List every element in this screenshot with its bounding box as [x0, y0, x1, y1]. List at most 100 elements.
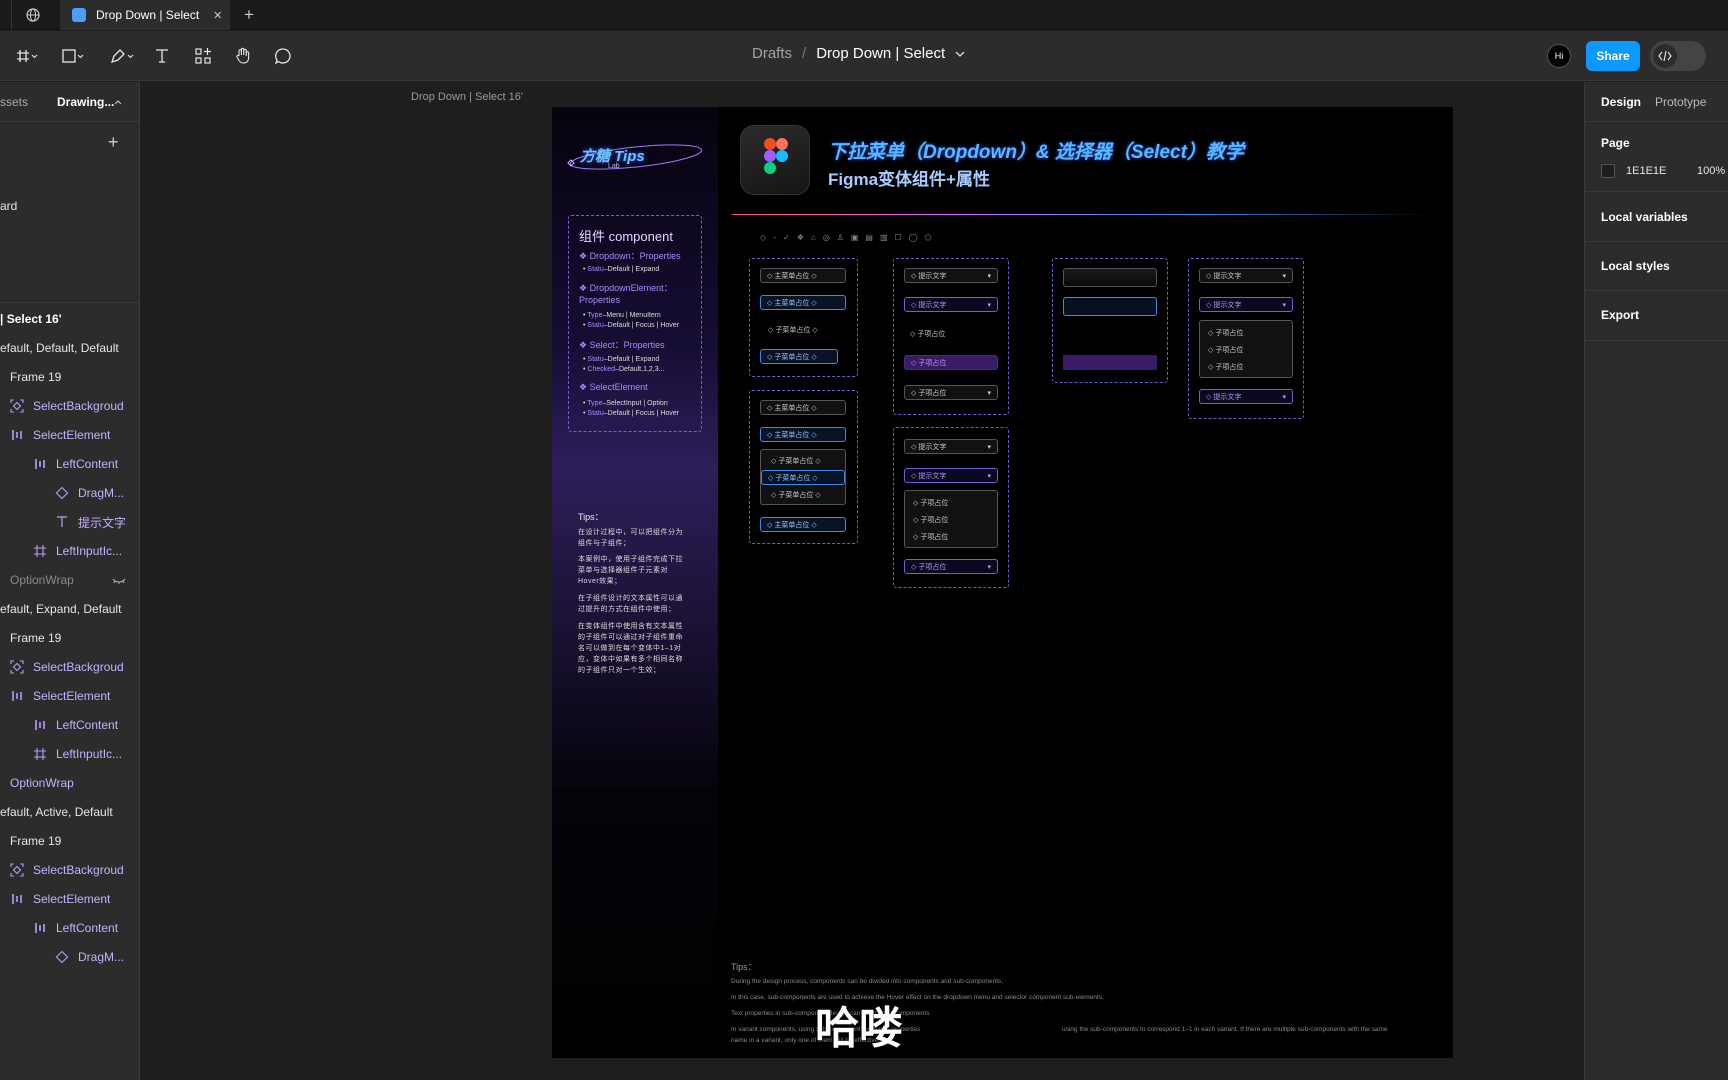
- option-item[interactable]: ◇ 子项占位: [907, 529, 954, 544]
- design-frame[interactable]: 方糖 Tips Lab 下拉菜单（Dropdown）& 选择器（Select）教…: [552, 107, 1453, 1058]
- tab-previous[interactable]: [0, 0, 12, 30]
- select-input-focus[interactable]: ◇ 提示文字 ▾: [1199, 297, 1293, 312]
- layer-row[interactable]: efault, Default, Default: [0, 332, 139, 364]
- layer-row[interactable]: LeftInputIc...: [0, 738, 139, 770]
- comment-tool-icon[interactable]: [270, 41, 296, 71]
- layer-row[interactable]: efault, Active, Default: [0, 796, 139, 828]
- submenu-item[interactable]: ◇ 子菜单占位 ◇: [762, 322, 848, 337]
- layer-row[interactable]: LeftContent: [0, 912, 139, 944]
- layer-row[interactable]: efault, Expand, Default: [0, 593, 139, 625]
- layer-row[interactable]: SelectBackgroud: [0, 390, 139, 422]
- layer-row[interactable]: Frame 19: [0, 361, 139, 393]
- menu-item[interactable]: ◇ 主菜单占位 ◇: [760, 400, 846, 415]
- page-opacity[interactable]: 100%: [1697, 165, 1725, 177]
- select-input[interactable]: ◇ 提示文字 ▾: [904, 268, 998, 283]
- option-item-hover[interactable]: ◇ 子项占位: [904, 355, 998, 370]
- page-color-value[interactable]: 1E1E1E: [1626, 165, 1666, 177]
- close-icon[interactable]: ✕: [213, 9, 222, 22]
- layer-row[interactable]: SelectElement: [0, 419, 139, 451]
- layer-label: OptionWrap: [10, 776, 74, 790]
- submenu-item-hover[interactable]: ◇ 子菜单占位 ◇: [761, 470, 845, 485]
- frame-label[interactable]: Drop Down | Select 16': [411, 91, 523, 103]
- layer-label: efault, Active, Default: [0, 805, 113, 819]
- option-item[interactable]: ◇ 子项占位: [1202, 359, 1249, 374]
- submenu-item[interactable]: ◇ 子菜单占位 ◇: [765, 487, 827, 502]
- page-dropdown[interactable]: Drawing...: [57, 95, 114, 109]
- dev-mode-toggle[interactable]: [1650, 41, 1706, 71]
- select-background-variants[interactable]: [1052, 258, 1168, 383]
- select-option-variants[interactable]: ◇ 提示文字 ▾ ◇ 提示文字 ▾ ◇ 子项占位 ◇ 子项占位 ◇ 子项占位 ◇ 提…: [1188, 258, 1304, 419]
- tab-assets[interactable]: ssets: [0, 95, 28, 109]
- components-tool-icon[interactable]: [190, 41, 216, 71]
- hidden-eye-icon[interactable]: [112, 574, 126, 588]
- select-variant-default[interactable]: ◇ 提示文字 ▾ ◇ 提示文字 ▾ ◇ 子项占位 ◇ 子项占位 ◇ 子项占位 ▾: [893, 258, 1009, 415]
- share-button[interactable]: Share: [1586, 41, 1640, 71]
- export-section[interactable]: Export: [1585, 291, 1728, 341]
- layer-row[interactable]: DragM...: [0, 477, 139, 509]
- dropdown-variant-expand[interactable]: ◇ 主菜单占位 ◇ ◇ 主菜单占位 ◇ ◇ 子菜单占位 ◇ ◇ 子菜单占位 ◇ …: [749, 390, 858, 544]
- option-item[interactable]: ◇ 子项占位: [1202, 325, 1249, 340]
- submenu-item[interactable]: ◇ 子菜单占位 ◇: [765, 453, 827, 468]
- menu-item[interactable]: ◇ 主菜单占位 ◇: [760, 268, 846, 283]
- option-item[interactable]: ◇ 子项占位: [907, 495, 954, 510]
- browser-tab-bar: Drop Down | Select ✕ +: [0, 0, 1728, 30]
- export-label[interactable]: Export: [1601, 308, 1639, 322]
- option-item[interactable]: ◇ 子项占位: [904, 326, 951, 341]
- frame-tool-icon[interactable]: [10, 41, 44, 71]
- submenu-item-hover[interactable]: ◇ 子菜单占位 ◇: [760, 349, 838, 364]
- chevron-up-icon[interactable]: [114, 94, 122, 112]
- select-variant-expand[interactable]: ◇ 提示文字 ▾ ◇ 提示文字 ▾ ◇ 子项占位 ◇ 子项占位 ◇ 子项占位 ◇ 子…: [893, 427, 1009, 588]
- avatar[interactable]: Hi: [1547, 44, 1571, 68]
- breadcrumb-drafts[interactable]: Drafts: [752, 45, 792, 62]
- legend-select: ❖ Select：Properties: [579, 340, 665, 350]
- shape-tool-icon[interactable]: [56, 41, 90, 71]
- menu-item-focus[interactable]: ◇ 主菜单占位 ◇: [760, 517, 846, 532]
- option-item[interactable]: ◇ 子项占位: [907, 512, 954, 527]
- select-input-focus[interactable]: ◇ 子项占位 ▾: [904, 559, 998, 574]
- tab-prototype[interactable]: Prototype: [1655, 95, 1706, 109]
- menu-item-focus[interactable]: ◇ 主菜单占位 ◇: [760, 295, 846, 310]
- new-tab-button[interactable]: +: [244, 0, 264, 30]
- hand-tool-icon[interactable]: [230, 41, 256, 71]
- dropdown-variant-default[interactable]: ◇ 主菜单占位 ◇ ◇ 主菜单占位 ◇ ◇ 子菜单占位 ◇ ◇ 子菜单占位 ◇: [749, 258, 858, 377]
- layer-row[interactable]: SelectBackgroud: [0, 854, 139, 886]
- menu-item-focus[interactable]: ◇ 主菜单占位 ◇: [760, 427, 846, 442]
- option-item[interactable]: ◇ 子项占位: [1202, 342, 1249, 357]
- select-input[interactable]: ◇ 提示文字 ▾: [1199, 268, 1293, 283]
- layer-row[interactable]: SelectElement: [0, 883, 139, 915]
- select-input-focus[interactable]: ◇ 提示文字 ▾: [1199, 389, 1293, 404]
- tab-design[interactable]: Design: [1601, 95, 1641, 109]
- local-variables-section[interactable]: Local variables: [1585, 192, 1728, 242]
- pen-tool-icon[interactable]: [104, 41, 140, 71]
- local-variables-label[interactable]: Local variables: [1601, 210, 1688, 224]
- layer-row[interactable]: 提示文字: [0, 506, 139, 538]
- frame-layer[interactable]: | Select 16': [0, 312, 62, 326]
- layer-row[interactable]: Frame 19: [0, 622, 139, 654]
- chevron-down-icon[interactable]: [955, 45, 965, 62]
- select-input-focus[interactable]: ◇ 提示文字 ▾: [904, 297, 998, 312]
- add-page-button[interactable]: +: [108, 132, 119, 153]
- option-item-default[interactable]: ◇ 子项占位 ▾: [904, 385, 998, 400]
- layer-row[interactable]: SelectElement: [0, 680, 139, 712]
- select-input-focus[interactable]: ◇ 提示文字 ▾: [904, 468, 998, 483]
- local-styles-section[interactable]: Local styles: [1585, 242, 1728, 291]
- layer-row[interactable]: OptionWrap: [0, 767, 139, 799]
- select-input[interactable]: ◇ 提示文字 ▾: [904, 439, 998, 454]
- legend-select-checked: • Checked–Default,1,2,3...: [583, 366, 665, 373]
- layer-row[interactable]: LeftContent: [0, 448, 139, 480]
- page-item[interactable]: ard: [0, 199, 17, 213]
- local-styles-label[interactable]: Local styles: [1601, 259, 1670, 273]
- globe-icon[interactable]: [26, 0, 52, 30]
- canvas[interactable]: Drop Down | Select 16' 方糖 Tips Lab 下拉菜单（…: [141, 82, 1584, 1080]
- tab-active[interactable]: Drop Down | Select ✕: [60, 0, 230, 30]
- file-name[interactable]: Drop Down | Select: [816, 45, 945, 62]
- layer-row[interactable]: DragM...: [0, 941, 139, 973]
- option-list: ◇ 子项占位 ◇ 子项占位 ◇ 子项占位: [1199, 320, 1293, 378]
- text-tool-icon[interactable]: [150, 41, 174, 71]
- layer-row[interactable]: LeftContent: [0, 709, 139, 741]
- layer-row[interactable]: OptionWrap: [0, 564, 139, 596]
- layer-row[interactable]: Frame 19: [0, 825, 139, 857]
- layer-row[interactable]: SelectBackgroud: [0, 651, 139, 683]
- layer-row[interactable]: LeftInputIc...: [0, 535, 139, 567]
- page-color-swatch[interactable]: [1601, 164, 1615, 178]
